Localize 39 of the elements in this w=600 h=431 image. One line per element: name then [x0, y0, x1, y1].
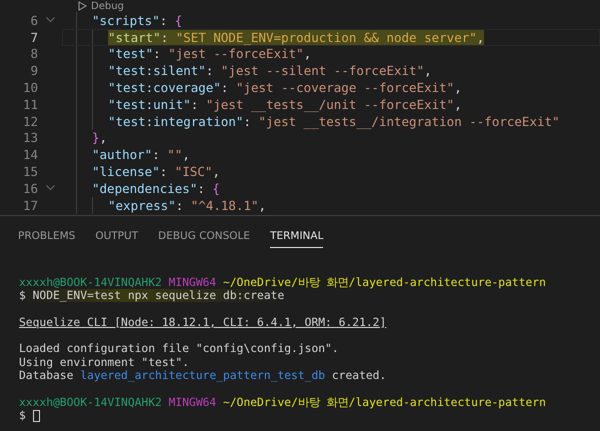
code-line: "author": "",: [92, 147, 190, 162]
line-number: 17: [22, 198, 38, 213]
line-number: 9: [29, 63, 38, 78]
line-number: 7: [29, 30, 38, 45]
terminal-line: Loaded configuration file "config\config.json".: [19, 342, 339, 356]
code-line: "license": "ISC",: [92, 164, 220, 180]
terminal-line: $: [19, 408, 27, 422]
line-number: 14: [22, 147, 38, 162]
terminal-line: xxxxh@BOOK-14VINQAHK2 MINGW64 ~/OneDrive/바탕 화면/layered-architecture-pattern: [19, 276, 546, 290]
panel-tab[interactable]: OUTPUT: [95, 222, 138, 248]
line-number: 11: [22, 96, 38, 112]
line-number: 10: [22, 80, 38, 96]
chevron-down-icon[interactable]: [46, 185, 54, 192]
code-line: "scripts": {: [92, 12, 182, 28]
line-number: 16: [22, 180, 38, 196]
panel-tab[interactable]: DEBUG CONSOLE: [158, 222, 250, 248]
terminal-line: Sequelize CLI [Node: 18.12.1, CLI: 6.4.1, ORM: 6.21.2]: [19, 316, 386, 330]
code-line: "test:silent": "jest --silent --forceExit",: [108, 63, 432, 78]
terminal-line: xxxxh@BOOK-14VINQAHK2 MINGW64 ~/OneDrive/바탕 화면/layered-architecture-pattern: [19, 396, 546, 409]
terminal-line: Using environment "test".: [19, 356, 190, 370]
code-line: "test:unit": "jest __tests__/unit --forceExit",: [108, 96, 462, 112]
code-line: "dependencies": {: [92, 180, 220, 196]
debug-link[interactable]: Debug: [91, 0, 124, 12]
line-number: 12: [22, 114, 38, 129]
panel-tab[interactable]: PROBLEMS: [18, 222, 76, 248]
panel-tab[interactable]: TERMINAL: [270, 222, 324, 248]
line-number: 6: [29, 12, 38, 28]
code-line: "test:coverage": "jest --coverage --forceExit",: [108, 80, 462, 96]
code-line: "express": "^4.18.1",: [108, 198, 266, 213]
code-line: "test:integration": "jest __tests__/integration --forceExit": [108, 114, 560, 129]
chevron-down-icon[interactable]: [46, 17, 54, 24]
code-line: },: [92, 130, 108, 146]
line-number: 15: [22, 164, 38, 180]
line-number: 13: [22, 130, 38, 146]
line-number: 8: [29, 46, 38, 62]
terminal-line: Database layered_architecture_pattern_test_db created.: [19, 369, 386, 382]
code-line: "test": "jest --forceExit",: [108, 46, 312, 62]
terminal-cursor: [32, 410, 40, 422]
play-icon: [78, 1, 87, 11]
